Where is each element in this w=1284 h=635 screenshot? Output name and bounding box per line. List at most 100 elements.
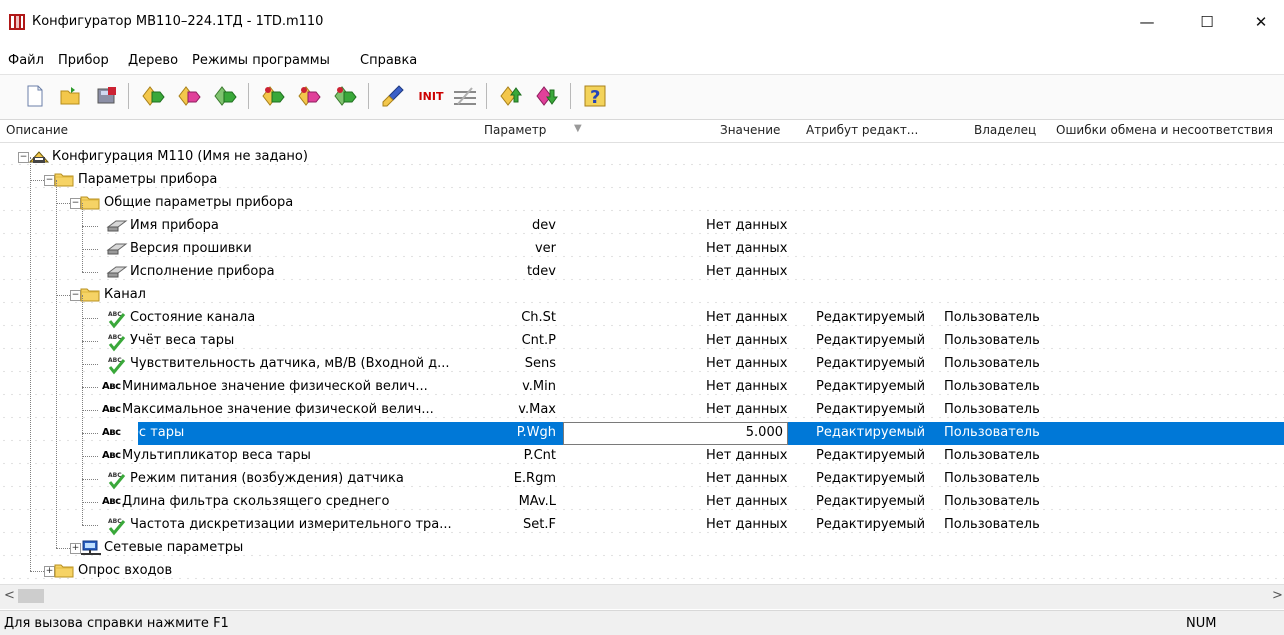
tree-guide-line <box>82 295 83 525</box>
tree-row-selected[interactable]: Авс Вес тары P.Wgh 5.000 Редактируемый Пользо… <box>0 422 1284 445</box>
tree-row[interactable]: ABC Состояние канала Ch.St Нет данных Редакт… <box>0 307 1284 330</box>
scroll-left-arrow-icon[interactable]: < <box>4 588 15 603</box>
save-device-icon[interactable] <box>94 83 120 109</box>
toolbar-separator <box>570 83 571 109</box>
tree-row[interactable]: Авс Максимальное значение физической вели… <box>0 399 1284 422</box>
num-lock-indicator: NUM <box>1186 616 1217 631</box>
tree-row[interactable]: + Сетевые параметры <box>0 537 1284 560</box>
download-icon[interactable] <box>534 83 560 109</box>
horizontal-scrollbar[interactable]: < > <box>0 584 1284 609</box>
column-owner-header[interactable]: Владелец <box>974 123 1036 137</box>
init-label: INIT <box>418 89 444 103</box>
abc-text-icon: Авс <box>102 450 121 461</box>
checked-param-icon: ABC <box>106 470 126 490</box>
value-edit-field[interactable]: 5.000 <box>563 422 788 445</box>
row-description: Версия прошивки <box>130 241 252 256</box>
menu-program-modes[interactable]: Режимы программы <box>192 53 330 68</box>
compare-icon[interactable] <box>332 83 358 109</box>
row-value[interactable]: Нет данных <box>706 448 787 463</box>
folder-icon <box>54 171 74 189</box>
menu-help[interactable]: Справка <box>360 53 417 68</box>
tree-row[interactable]: + Опрос входов <box>0 560 1284 583</box>
tree-row[interactable]: Исполнение прибора tdev Нет данных <box>0 261 1284 284</box>
minimize-button[interactable]: — <box>1124 0 1170 44</box>
row-value[interactable]: Нет данных <box>706 333 787 348</box>
toolbar-separator <box>486 83 487 109</box>
row-value[interactable]: Нет данных <box>706 379 787 394</box>
column-parameter-header[interactable]: Параметр <box>484 123 546 137</box>
row-description: Максимальное значение физической велич..… <box>122 402 434 417</box>
toolbar-separator <box>128 83 129 109</box>
row-description: Минимальное значение физической велич... <box>122 379 428 394</box>
tree-row[interactable]: Авс Длина фильтра скользящего среднего MAv… <box>0 491 1284 514</box>
column-value-header[interactable]: Значение <box>720 123 780 137</box>
tree-connector <box>82 249 98 250</box>
tree-row[interactable]: Имя прибора dev Нет данных <box>0 215 1284 238</box>
row-value[interactable]: Нет данных <box>706 471 787 486</box>
row-value[interactable]: Нет данных <box>706 402 787 417</box>
menu-tree[interactable]: Дерево <box>128 53 178 68</box>
read-params-icon[interactable] <box>140 83 166 109</box>
init-icon[interactable]: INIT <box>414 83 448 109</box>
row-value[interactable]: Нет данных <box>706 356 787 371</box>
tree-row[interactable]: − Параметры прибора <box>0 169 1284 192</box>
tree-connector <box>82 456 98 457</box>
tree-row[interactable]: Версия прошивки ver Нет данных <box>0 238 1284 261</box>
menu-device[interactable]: Прибор <box>58 53 109 68</box>
tree-row[interactable]: Авс Минимальное значение физической велич… <box>0 376 1284 399</box>
scroll-thumb[interactable] <box>18 589 44 603</box>
tree-row[interactable]: − Канал <box>0 284 1284 307</box>
row-owner: Пользователь <box>944 494 1040 509</box>
row-value[interactable]: Нет данных <box>706 494 787 509</box>
tree-collapse-icon[interactable] <box>452 83 478 109</box>
tree-row[interactable]: ABC Учёт веса тары Cnt.P Нет данных Редактир… <box>0 330 1284 353</box>
tree-connector <box>82 364 98 365</box>
read-selected-icon[interactable] <box>260 83 286 109</box>
parameter-tree-grid[interactable]: Описание Параметр ▼ Значение Атрибут ред… <box>0 120 1284 584</box>
row-parameter: dev <box>532 218 556 233</box>
row-value[interactable]: Нет данных <box>706 218 787 233</box>
row-value[interactable]: Нет данных <box>706 241 787 256</box>
row-value[interactable]: Нет данных <box>706 264 787 279</box>
menu-file[interactable]: Файл <box>8 53 44 68</box>
tree-connector <box>82 525 98 526</box>
column-description-header[interactable]: Описание <box>6 123 68 137</box>
readonly-param-icon <box>106 240 128 258</box>
row-owner: Пользователь <box>944 379 1040 394</box>
tree-connector <box>82 479 98 480</box>
column-errors-header[interactable]: Ошибки обмена и несоответствия <box>1056 123 1273 137</box>
write-selected-icon[interactable] <box>296 83 322 109</box>
tree-row[interactable]: ABC Частота дискретизации измерительного … <box>0 514 1284 537</box>
row-description: Режим питания (возбуждения) датчика <box>130 471 404 486</box>
row-value[interactable]: Нет данных <box>706 517 787 532</box>
open-folder-icon[interactable] <box>58 83 84 109</box>
row-value[interactable]: Нет данных <box>706 310 787 325</box>
write-params-icon[interactable] <box>176 83 202 109</box>
tree-row[interactable]: − Конфигурация М110 (Имя не задано) <box>0 146 1284 169</box>
checked-param-icon: ABC <box>106 309 126 329</box>
maximize-button[interactable]: ☐ <box>1184 0 1230 44</box>
folder-icon <box>80 286 100 304</box>
row-attribute: Редактируемый <box>816 402 926 417</box>
folder-icon <box>54 562 74 580</box>
toolbar: INIT ? <box>0 74 1284 120</box>
column-attribute-header[interactable]: Атрибут редакт... <box>806 123 918 137</box>
help-icon[interactable]: ? <box>582 83 608 109</box>
row-owner: Пользователь <box>944 425 1040 440</box>
tree-row[interactable]: − Общие параметры прибора <box>0 192 1284 215</box>
close-button[interactable]: ✕ <box>1238 0 1284 44</box>
scroll-right-arrow-icon[interactable]: > <box>1272 588 1283 603</box>
clear-brush-icon[interactable] <box>380 83 406 109</box>
window-title: Конфигуратор МВ110–224.1ТД - 1TD.m110 <box>32 14 324 29</box>
tree-connector <box>82 226 98 227</box>
tree-row[interactable]: Авс Мультипликатор веса тары P.Cnt Нет данн… <box>0 445 1284 468</box>
tree-row[interactable]: ABC Режим питания (возбуждения) датчика E.… <box>0 468 1284 491</box>
row-parameter: v.Max <box>518 402 556 417</box>
upload-icon[interactable] <box>498 83 524 109</box>
new-file-icon[interactable] <box>22 83 48 109</box>
value-edit-text: 5.000 <box>745 425 783 440</box>
tree-row[interactable]: ABC Чувствительность датчика, мВ/В (Входн… <box>0 353 1284 376</box>
read-all-icon[interactable] <box>212 83 238 109</box>
row-attribute: Редактируемый <box>816 356 926 371</box>
status-hint: Для вызова справки нажмите F1 <box>4 616 229 631</box>
